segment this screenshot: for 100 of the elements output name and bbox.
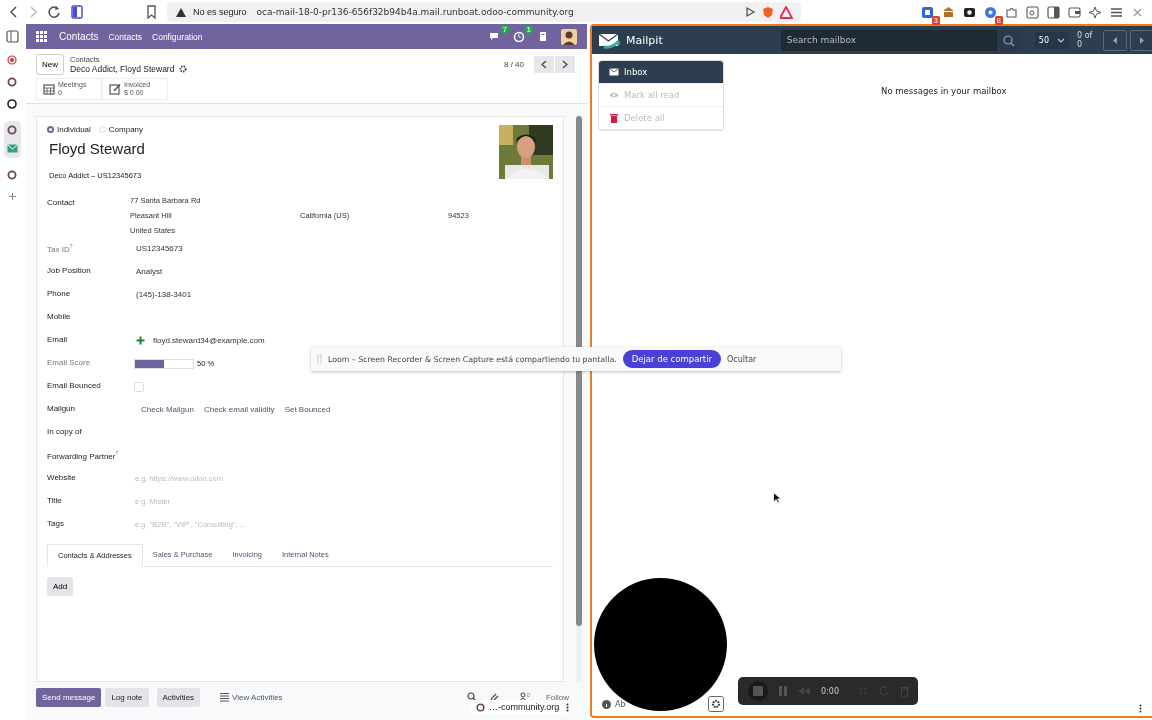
clock-icon[interactable] (513, 31, 525, 42)
calendar-icon (43, 83, 55, 95)
github-icon[interactable] (7, 99, 17, 109)
envelope-icon (609, 67, 619, 77)
chatter-button[interactable]: Log note (105, 687, 149, 707)
wallet-icon[interactable] (1068, 5, 1081, 19)
search-field[interactable]: Search mailbox (780, 29, 997, 51)
link-button[interactable]: Check email validity (200, 403, 278, 416)
field-label: Forwarding Partner$^{?}$ (47, 449, 120, 463)
gear-icon[interactable] (179, 65, 188, 73)
record-icon[interactable] (7, 55, 17, 65)
field-label: Email (47, 334, 68, 346)
field-label: Website (47, 472, 77, 484)
field-value: US12345673 (135, 244, 183, 253)
stop-sharing-button[interactable]: Dejar de compartir (622, 350, 722, 368)
counter-badge: 7 (500, 25, 509, 34)
view-activities-link[interactable]: View Activities (212, 692, 283, 702)
field-label: Phone (47, 288, 72, 300)
apps-icon[interactable] (36, 31, 47, 42)
panel-icon[interactable] (1047, 5, 1060, 19)
address-bar[interactable]: No es seguro oca-mail-18-0-pr136-656f32b94b4a.mail.runboat.odoo-community.org (167, 2, 801, 22)
trash-icon (609, 113, 619, 123)
info-icon[interactable] (602, 699, 611, 709)
field-label: Job Position (47, 265, 92, 277)
mail-icon[interactable] (6, 143, 18, 154)
field-label: In copy of (47, 426, 83, 438)
field-label: Email Bounced (47, 380, 102, 392)
hide-button[interactable]: Ocultar (727, 354, 757, 364)
radio-option[interactable]: Company (98, 125, 144, 134)
add-button[interactable]: Add (47, 577, 74, 596)
radio-button[interactable] (47, 126, 54, 133)
field-value: (145)-138-3401 (135, 290, 192, 299)
menu-item[interactable]: Inbox (599, 61, 723, 84)
field-value: Analyst (135, 267, 163, 276)
follow-button[interactable]: Follow (545, 692, 569, 702)
field-label: Tags (47, 518, 65, 530)
field-label: Contact (47, 197, 76, 209)
circle-icon (476, 702, 485, 712)
about-link[interactable]: Ab (615, 699, 626, 709)
message-count: 0 of 0 (1077, 31, 1094, 49)
edit-icon (109, 83, 121, 95)
bookmark-icon[interactable] (146, 5, 157, 19)
field-label: Title (47, 495, 63, 507)
previous-icon[interactable] (1102, 29, 1127, 51)
circle-icon[interactable] (7, 77, 17, 87)
kebab-icon[interactable] (1139, 704, 1142, 713)
field-label: Mobile (47, 311, 72, 323)
list-icon (220, 692, 230, 702)
person-icon (519, 692, 528, 702)
next-icon[interactable] (555, 56, 575, 73)
play-icon[interactable] (745, 6, 756, 18)
field-label: Mailgun (47, 403, 76, 415)
avatar-icon[interactable] (561, 28, 577, 45)
menu-item[interactable]: Configuration (152, 31, 203, 42)
chat-icon[interactable] (489, 31, 501, 42)
add-icon[interactable] (136, 336, 145, 345)
next-icon[interactable] (1129, 29, 1152, 51)
record-title: Deco Addict, Floyd Steward (70, 64, 175, 74)
restart-icon[interactable] (878, 686, 889, 696)
url-text: oca-mail-18-0-pr136-656f32b94b4a.mail.runboat.odoo-community.org (256, 7, 575, 17)
menu-item[interactable]: Contacts (108, 31, 142, 42)
circle-icon[interactable] (7, 125, 17, 135)
radio-option[interactable]: Individual (47, 125, 91, 134)
bank-icon[interactable] (942, 5, 955, 19)
kebab-icon[interactable] (566, 703, 569, 712)
reload-icon[interactable] (48, 5, 61, 19)
cursor-icon (773, 492, 782, 504)
contact-name: Floyd Steward (49, 140, 145, 157)
add-icon[interactable] (7, 192, 17, 201)
field-label: Email Score (47, 357, 92, 369)
settings-icon[interactable] (708, 696, 724, 712)
warning-icon (175, 6, 187, 18)
new-button[interactable]: New (36, 54, 64, 75)
email-value[interactable]: floyd.steward34@example.com (153, 336, 265, 345)
menu-icon[interactable] (1110, 5, 1123, 19)
page-size-select[interactable]: 50 (1034, 31, 1070, 49)
circle-icon[interactable] (7, 170, 17, 180)
building-icon[interactable] (537, 31, 549, 42)
sidebar-icon[interactable] (5, 30, 19, 43)
window-search-icon[interactable] (1026, 5, 1039, 19)
link-button[interactable]: Check Mailgun (138, 403, 197, 416)
link-button[interactable]: Set Bounced (281, 403, 334, 416)
chatter-button[interactable]: Activities (156, 687, 201, 707)
app-name[interactable]: Contacts (59, 31, 99, 42)
camera-icon[interactable] (963, 5, 976, 19)
counter-badge: 1 (524, 25, 533, 34)
checkbox[interactable] (134, 381, 144, 392)
chatter-button[interactable]: Send message (36, 687, 102, 707)
sidebar-toggle-icon[interactable] (71, 5, 83, 19)
back-icon[interactable] (8, 5, 18, 19)
badge-count: 3 (931, 15, 940, 25)
chevron-down-icon (1057, 37, 1066, 43)
sparkle-icon[interactable] (1089, 5, 1102, 19)
brand-name: Mailpit (626, 33, 663, 47)
recording-time: 0:00 (821, 686, 839, 696)
field-label: Tax ID$^{?}$ (47, 242, 74, 256)
radio-label: Individual (57, 125, 91, 134)
previous-icon[interactable] (534, 56, 554, 73)
shield-icon[interactable] (762, 5, 774, 19)
triangle-icon[interactable] (780, 5, 793, 19)
